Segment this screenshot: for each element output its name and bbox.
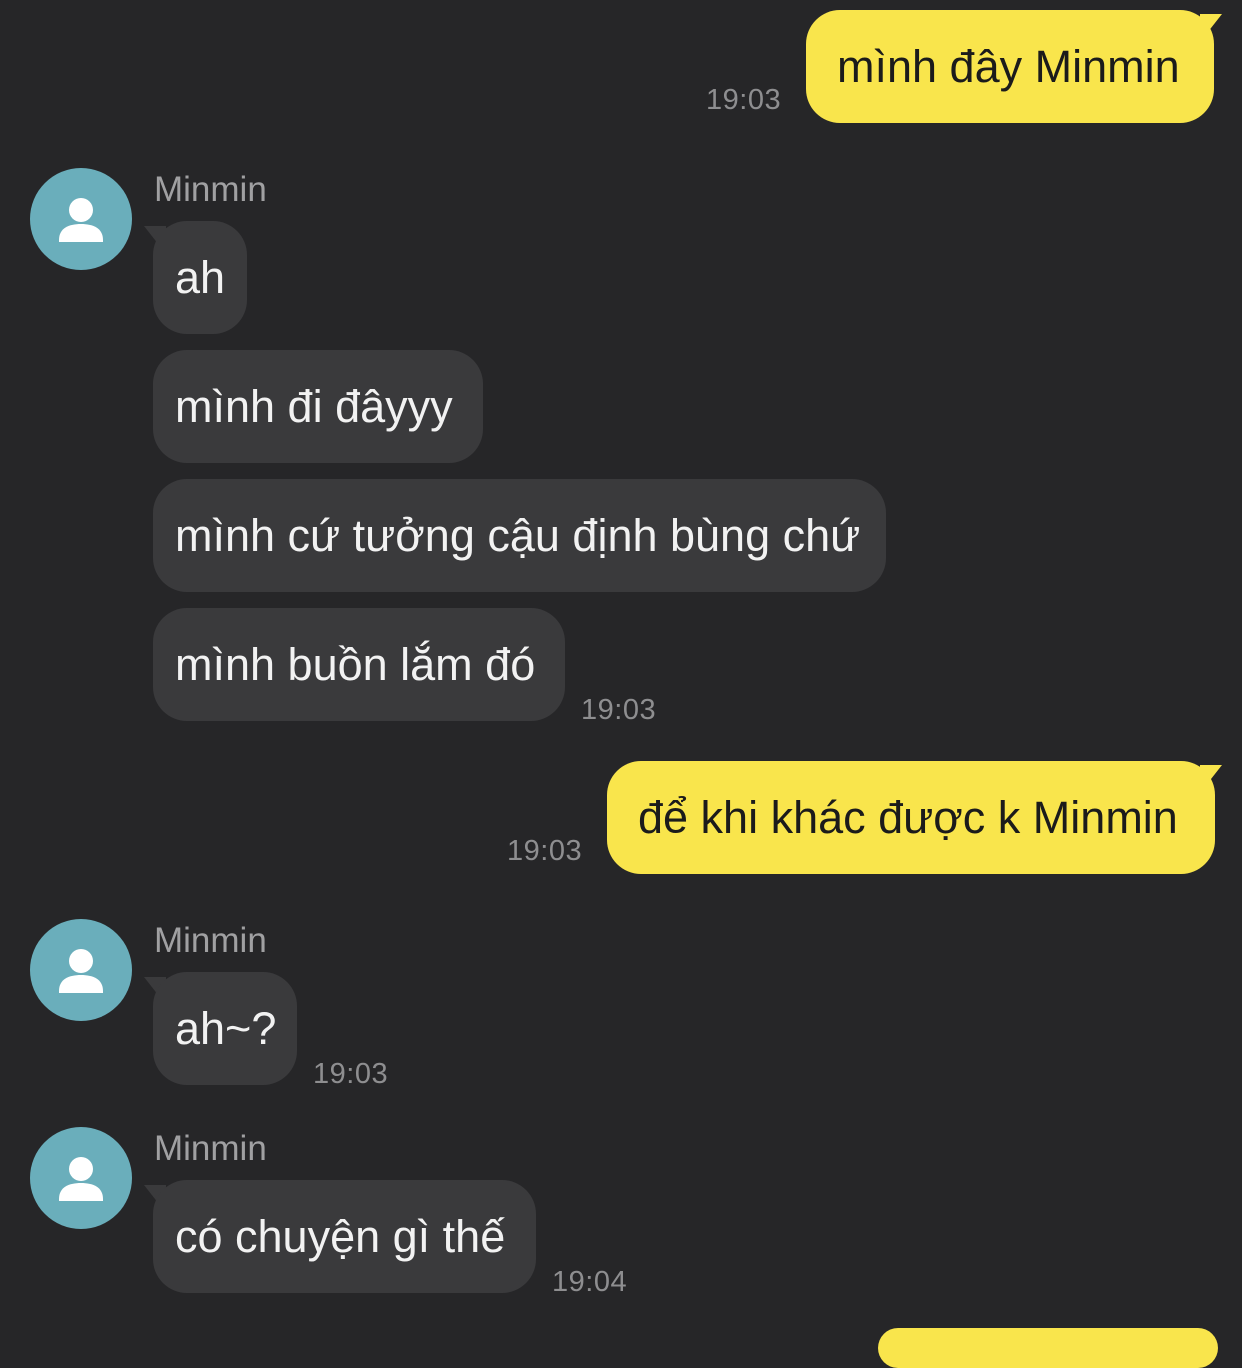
person-icon xyxy=(59,949,103,993)
sender-name: Minmin xyxy=(154,170,267,209)
sender-name: Minmin xyxy=(154,921,267,960)
incoming-message-bubble[interactable]: có chuyện gì thế xyxy=(153,1180,536,1293)
contact-avatar[interactable] xyxy=(30,1127,132,1229)
contact-avatar[interactable] xyxy=(30,168,132,270)
incoming-message-bubble[interactable]: mình buồn lắm đó xyxy=(153,608,565,721)
chat-thread: 19:03 mình đây Minmin Minmin ah mình đi … xyxy=(0,0,1242,1368)
incoming-message-bubble[interactable]: mình cứ tưởng cậu định bùng chứ xyxy=(153,479,886,592)
incoming-message-bubble[interactable]: ah~? xyxy=(153,972,297,1085)
outgoing-message-bubble-partial[interactable] xyxy=(878,1328,1218,1368)
sender-name: Minmin xyxy=(154,1129,267,1168)
outgoing-message-bubble[interactable]: mình đây Minmin xyxy=(806,10,1214,123)
person-icon xyxy=(59,198,103,242)
message-timestamp: 19:03 xyxy=(706,84,782,116)
message-timestamp: 19:03 xyxy=(313,1058,389,1090)
person-icon xyxy=(59,1157,103,1201)
message-timestamp: 19:03 xyxy=(581,694,657,726)
contact-avatar[interactable] xyxy=(30,919,132,1021)
incoming-message-bubble[interactable]: ah xyxy=(153,221,247,334)
message-timestamp: 19:04 xyxy=(552,1266,628,1298)
message-timestamp: 19:03 xyxy=(507,835,583,867)
outgoing-message-bubble[interactable]: để khi khác được k Minmin xyxy=(607,761,1215,874)
incoming-message-bubble[interactable]: mình đi đâyyy xyxy=(153,350,483,463)
